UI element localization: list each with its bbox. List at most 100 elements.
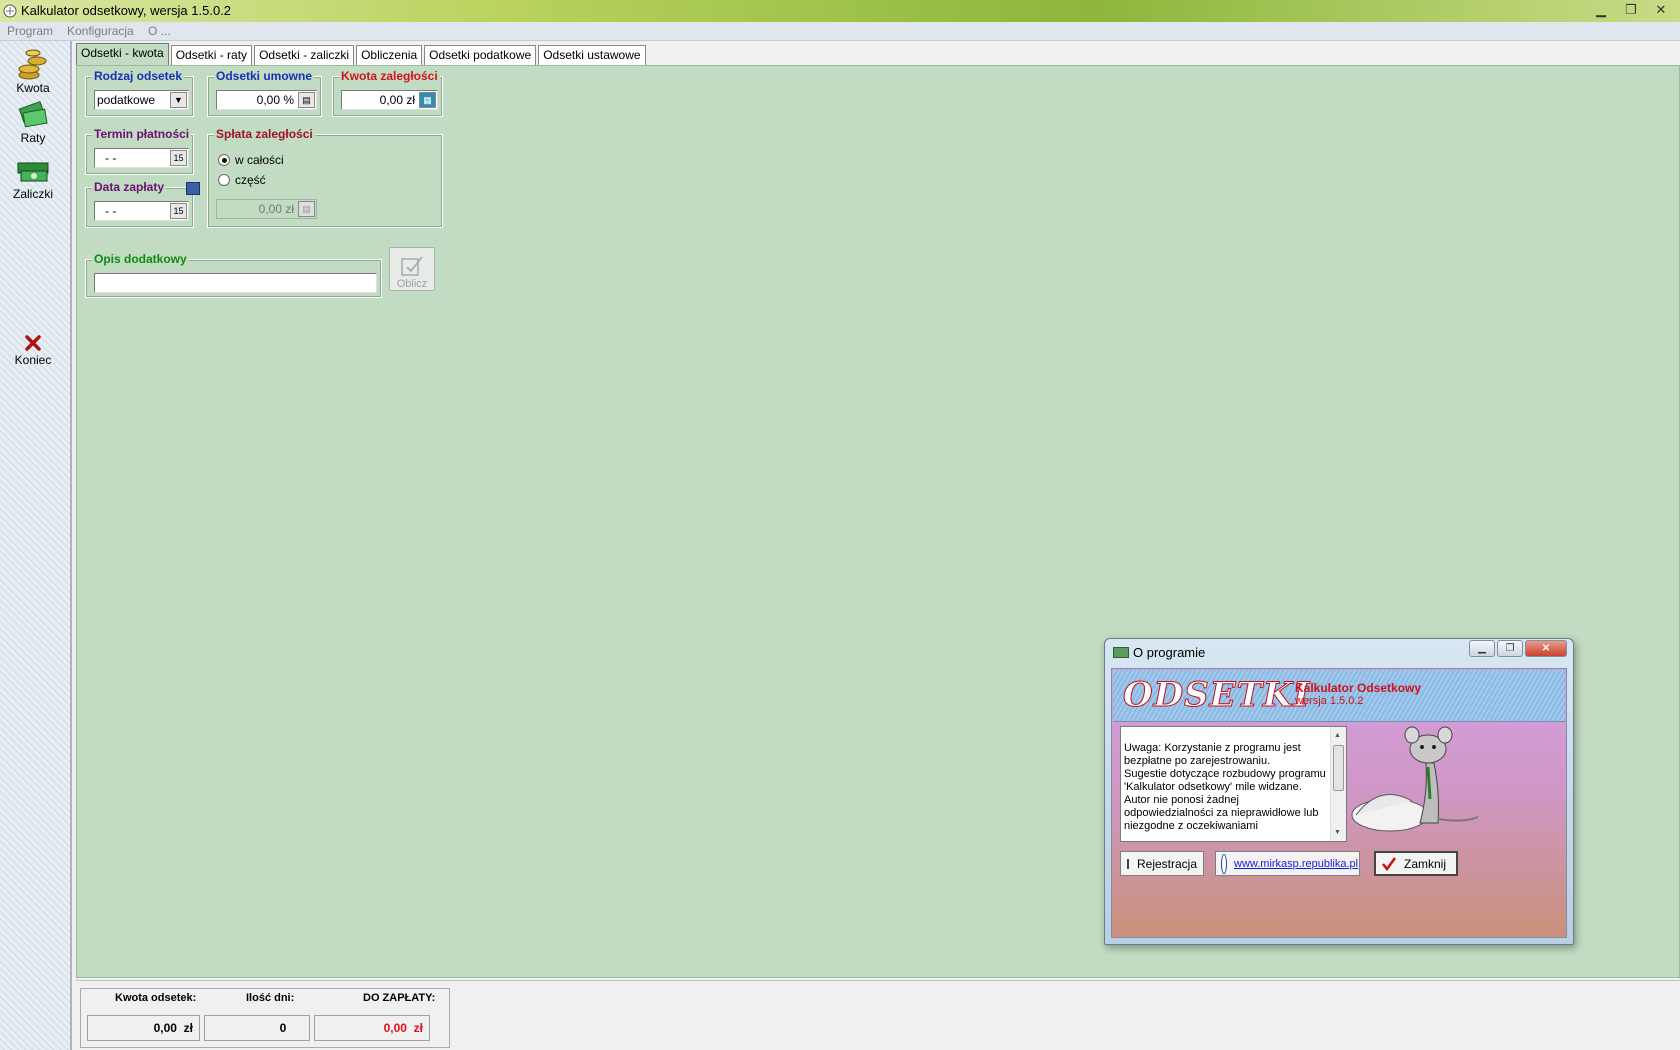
edit-check-icon [401,256,423,276]
rodzaj-odsetek-select[interactable]: podatkowe ▼ [94,90,189,110]
sidebar-item-koniec[interactable]: Koniec [4,333,62,367]
radio-dot[interactable] [218,174,230,186]
tab-odsetki-ustawowe[interactable]: Odsetki ustawowe [538,45,646,66]
rodzaj-odsetek-label: Rodzaj odsetek [92,69,185,83]
scroll-thumb[interactable] [1333,745,1344,791]
calculator-icon[interactable]: ▦ [419,92,436,108]
do-zaplaty-amount: 0,00 [383,1021,407,1035]
dialog-banner: ODSETKI Kalkulator Odsetkowy wersja 1.5.… [1113,670,1565,722]
odsetki-umowne-input[interactable]: 0,00 % ▤ [216,90,317,110]
kwota-odsetek-label: Kwota odsetek: [115,992,197,1004]
sidebar-item-zaliczki[interactable]: Zaliczki [4,157,62,201]
termin-platnosci-group: Termin płatności - - 15 [85,127,194,175]
banknotes-icon [18,101,48,128]
radio-czesc[interactable]: część [218,173,266,187]
calculator-icon[interactable]: ▤ [298,92,315,108]
tab-odsetki-zaliczki[interactable]: Odsetki - zaliczki [254,45,355,66]
calculator-app-icon [3,4,17,18]
ilosc-dni-value: 0 [204,1015,310,1041]
sidebar-item-label: Raty [20,131,46,145]
register-card-icon [1127,858,1129,869]
product-name: Kalkulator Odsetkowy [1295,681,1422,695]
notice-textbox[interactable]: Uwaga: Korzystanie z programu jest bezpł… [1120,726,1347,842]
kwota-zaleglosci-input[interactable]: 0,00 zł ▦ [341,90,438,110]
coins-icon [18,49,47,80]
splata-zaleglosci-group: Spłata zaległości w całości część 0,00 z… [207,127,443,228]
tab-odsetki-raty[interactable]: Odsetki - raty [170,45,253,66]
money-stack-icon [17,162,49,182]
dialog-app-icon [1113,647,1129,658]
calculator-icon: ▤ [298,201,315,217]
dialog-title: O programie [1133,645,1206,660]
sidebar-item-kwota[interactable]: Kwota [4,47,62,95]
scroll-down-icon[interactable]: ▼ [1334,826,1341,839]
kwota-zaleglosci-group: Kwota zaległości 0,00 zł ▦ [332,69,443,117]
data-zaplaty-label: Data zapłaty [92,180,167,194]
radio-dot-selected[interactable] [218,154,230,166]
rejestracja-button[interactable]: Rejestracja [1120,851,1204,876]
chevron-down-icon[interactable]: ▼ [170,92,187,108]
termin-platnosci-value: - - [105,151,117,165]
maximize-button[interactable]: ❐ [1618,1,1644,19]
notice-text: Uwaga: Korzystanie z programu jest bezpł… [1124,742,1326,832]
zamknij-button[interactable]: Zamknij [1374,851,1458,876]
cartoon-mouse-illustration [1351,726,1479,832]
opis-dodatkowy-input[interactable] [94,273,377,293]
data-zaplaty-value: - - [105,204,117,218]
rodzaj-odsetek-group: Rodzaj odsetek podatkowe ▼ [85,69,194,117]
odsetki-umowne-group: Odsetki umowne 0,00 % ▤ [207,69,322,117]
data-zaplaty-date-input[interactable]: - - 15 [94,201,189,221]
title-bar: Kalkulator odsetkowy, wersja 1.5.0.2 ▁ ❐… [0,0,1680,22]
sidebar: Kwota Raty Zaliczki Koniec [0,41,72,1050]
summary-bar: Kwota odsetek: Ilość dni: DO ZAPŁATY: 0,… [76,980,1680,1050]
odsetki-umowne-label: Odsetki umowne [214,69,315,83]
minimize-button[interactable]: ▁ [1588,1,1614,19]
oblicz-button[interactable]: Oblicz [389,247,435,291]
dialog-minimize-button[interactable]: ▁ [1469,640,1495,657]
radio-w-calosci-label: w całości [235,153,284,167]
menu-about[interactable]: O ... [148,24,171,38]
oblicz-button-label: Oblicz [396,278,428,290]
calendar-icon[interactable]: 15 [170,150,187,166]
calendar-icon[interactable]: 15 [170,203,187,219]
dialog-close-button[interactable]: ✕ [1525,640,1567,657]
sidebar-item-label: Koniec [14,353,52,367]
website-link-button[interactable]: www.mirkasp.republika.pl [1215,851,1360,876]
menu-program[interactable]: Program [7,24,53,38]
about-dialog: O programie ▁ ❐ ✕ ODSETKI Kalkulator Ods… [1104,638,1574,945]
odsetki-umowne-value: 0,00 % [256,93,294,107]
kwota-zaleglosci-label: Kwota zaległości [339,69,440,83]
kwota-zaleglosci-value: 0,00 zł [379,93,415,107]
sidebar-item-raty[interactable]: Raty [4,101,62,145]
splata-czesc-value: 0,00 zł [258,202,294,216]
tab-odsetki-podatkowe[interactable]: Odsetki podatkowe [424,45,537,66]
tab-obliczenia[interactable]: Obliczenia [356,45,423,66]
rejestracja-label: Rejestracja [1137,856,1198,871]
checkmark-icon [1382,856,1396,871]
radio-czesc-label: część [235,173,266,187]
rodzaj-odsetek-value: podatkowe [97,93,156,107]
kwota-odsetek-value: 0,00 zł [87,1015,200,1041]
notice-scrollbar[interactable]: ▲ ▼ [1330,727,1346,841]
opis-dodatkowy-group: Opis dodatkowy [85,252,382,298]
product-version: wersja 1.5.0.2 [1295,695,1364,707]
menu-bar: Program Konfiguracja O ... [0,22,1680,41]
close-window-button[interactable]: ✕ [1648,1,1674,19]
tab-odsetki-kwota[interactable]: Odsetki - kwota [76,43,169,66]
sidebar-item-label: Zaliczki [12,187,53,201]
exit-x-icon [25,335,41,351]
menu-konfiguracja[interactable]: Konfiguracja [67,24,134,38]
tab-bar: Odsetki - kwota Odsetki - raty Odsetki -… [76,43,648,66]
website-link[interactable]: www.mirkasp.republika.pl [1234,858,1358,870]
ilosc-dni-amount: 0 [279,1021,287,1035]
dialog-maximize-button[interactable]: ❐ [1497,640,1523,657]
copy-date-icon[interactable] [186,182,200,195]
termin-platnosci-date-input[interactable]: - - 15 [94,148,189,168]
currency-label: zł [183,1021,193,1035]
data-zaplaty-group: Data zapłaty - - 15 [85,180,200,228]
splata-zaleglosci-label: Spłata zaległości [214,127,315,141]
sidebar-item-label: Kwota [16,81,50,95]
odsetki-logo: ODSETKI [1122,675,1311,716]
radio-w-calosci[interactable]: w całości [218,153,284,167]
scroll-up-icon[interactable]: ▲ [1334,729,1341,742]
